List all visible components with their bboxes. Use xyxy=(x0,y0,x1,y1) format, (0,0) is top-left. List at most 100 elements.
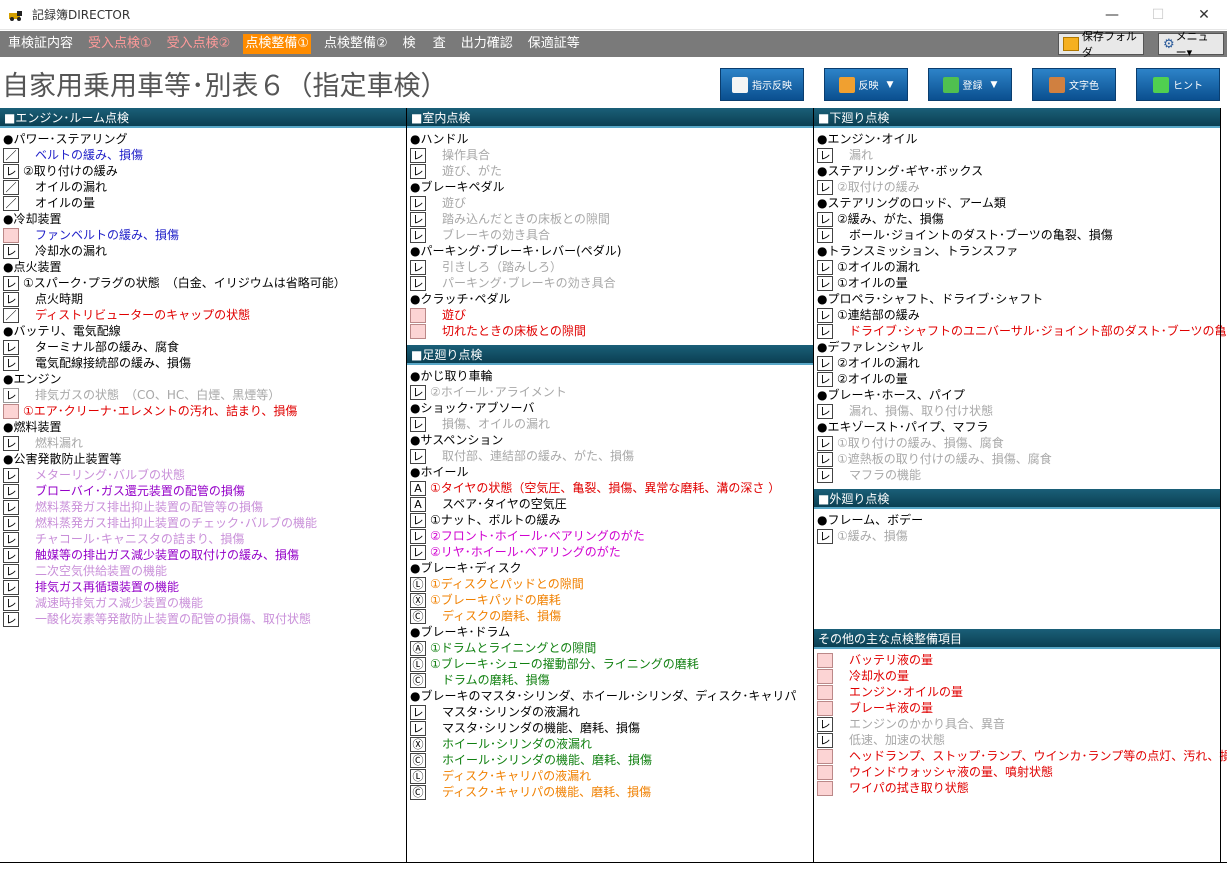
check-box[interactable]: レ xyxy=(3,387,19,403)
check-box[interactable]: Ⓛ xyxy=(410,576,426,592)
check-box[interactable]: レ xyxy=(410,448,426,464)
check-box[interactable]: レ xyxy=(817,211,833,227)
check-box[interactable]: A xyxy=(410,496,426,512)
check-box[interactable]: レ xyxy=(3,467,19,483)
check-box[interactable]: レ xyxy=(3,499,19,515)
check-box[interactable]: レ xyxy=(817,355,833,371)
check-box[interactable]: レ xyxy=(817,528,833,544)
check-box[interactable]: Ⓒ xyxy=(410,784,426,800)
check-box[interactable]: レ xyxy=(817,179,833,195)
check-box[interactable]: レ xyxy=(817,403,833,419)
check-box[interactable]: レ xyxy=(817,307,833,323)
toolbar-button[interactable]: 登録 ▼ xyxy=(928,68,1012,101)
check-box[interactable]: レ xyxy=(410,528,426,544)
check-box[interactable]: Ⓛ xyxy=(410,656,426,672)
item-label: ①緩み、損傷 xyxy=(837,529,908,543)
check-box[interactable]: レ xyxy=(410,720,426,736)
menu-item[interactable]: 出力確認 xyxy=(459,34,515,54)
check-box[interactable]: レ xyxy=(410,275,426,291)
check-box[interactable]: レ xyxy=(410,195,426,211)
check-box[interactable]: レ xyxy=(3,355,19,371)
check-box[interactable]: ／ xyxy=(3,147,19,163)
check-box[interactable]: レ xyxy=(817,371,833,387)
check-box[interactable]: レ xyxy=(3,339,19,355)
check-box[interactable]: レ xyxy=(410,384,426,400)
check-box[interactable] xyxy=(410,323,426,339)
check-box[interactable]: Ⓧ xyxy=(410,736,426,752)
save-folder-button[interactable]: 保存フォルダ xyxy=(1058,30,1144,59)
check-box[interactable]: レ xyxy=(817,227,833,243)
menu-item[interactable]: 受入点検① xyxy=(86,34,154,54)
check-box[interactable] xyxy=(3,403,19,419)
check-box[interactable]: ／ xyxy=(3,195,19,211)
check-box[interactable]: レ xyxy=(410,512,426,528)
check-box[interactable]: レ xyxy=(3,243,19,259)
check-box[interactable]: レ xyxy=(817,451,833,467)
check-box[interactable]: ／ xyxy=(3,179,19,195)
menu-item[interactable]: 検 査 xyxy=(401,34,448,54)
check-box[interactable]: Ⓒ xyxy=(410,608,426,624)
check-box[interactable]: レ xyxy=(3,547,19,563)
check-box[interactable]: レ xyxy=(3,163,19,179)
maximize-icon[interactable]: ☐ xyxy=(1135,0,1181,30)
check-box[interactable]: レ xyxy=(410,163,426,179)
check-box[interactable] xyxy=(817,700,833,716)
check-box[interactable]: レ xyxy=(3,595,19,611)
check-box[interactable] xyxy=(817,764,833,780)
checklist-item: レ 損傷、オイルの漏れ xyxy=(407,416,813,432)
check-box[interactable]: Ⓧ xyxy=(410,592,426,608)
check-box[interactable] xyxy=(3,227,19,243)
check-box[interactable]: レ xyxy=(817,323,833,339)
check-box[interactable]: レ xyxy=(410,259,426,275)
check-box[interactable]: Ⓒ xyxy=(410,752,426,768)
check-box[interactable]: Ⓒ xyxy=(410,672,426,688)
check-box[interactable]: レ xyxy=(817,467,833,483)
check-box[interactable]: レ xyxy=(817,259,833,275)
menu-item[interactable]: 点検整備② xyxy=(322,34,390,54)
check-box[interactable]: Ⓐ xyxy=(410,640,426,656)
check-box[interactable]: レ xyxy=(3,531,19,547)
toolbar-button[interactable]: ヒント xyxy=(1136,68,1220,101)
check-box[interactable]: レ xyxy=(817,435,833,451)
group-label: ●冷却装置 xyxy=(3,212,62,226)
check-box[interactable]: Ⓛ xyxy=(410,768,426,784)
menu-item[interactable]: 点検整備① xyxy=(243,34,311,54)
check-box[interactable]: レ xyxy=(817,275,833,291)
check-box[interactable]: レ xyxy=(3,275,19,291)
toolbar-button[interactable]: 反映 ▼ xyxy=(824,68,908,101)
menu-item[interactable]: 車検証内容 xyxy=(6,34,75,54)
check-box[interactable]: ／ xyxy=(3,307,19,323)
menu-button[interactable]: ⚙ メニュー▾ xyxy=(1158,30,1224,59)
check-box[interactable]: レ xyxy=(3,579,19,595)
check-box[interactable] xyxy=(410,307,426,323)
check-box[interactable]: レ xyxy=(410,227,426,243)
check-box[interactable]: レ xyxy=(817,732,833,748)
check-box[interactable] xyxy=(817,780,833,796)
menu-item[interactable]: 保適証等 xyxy=(526,34,582,54)
check-box[interactable]: レ xyxy=(410,544,426,560)
check-box[interactable] xyxy=(817,684,833,700)
check-box[interactable] xyxy=(817,748,833,764)
check-box[interactable]: レ xyxy=(3,611,19,627)
check-box[interactable] xyxy=(817,668,833,684)
close-icon[interactable]: ✕ xyxy=(1181,0,1227,30)
check-box[interactable]: レ xyxy=(3,563,19,579)
check-box[interactable]: レ xyxy=(410,147,426,163)
toolbar-button[interactable]: 指示反映 xyxy=(720,68,804,101)
minimize-icon[interactable]: — xyxy=(1089,0,1135,30)
menu-item[interactable]: 受入点検② xyxy=(165,34,233,54)
check-box[interactable] xyxy=(817,652,833,668)
check-box[interactable]: レ xyxy=(3,435,19,451)
item-label: ①オイルの漏れ xyxy=(837,260,920,274)
check-box[interactable]: レ xyxy=(410,416,426,432)
check-box[interactable]: レ xyxy=(3,291,19,307)
check-box[interactable]: レ xyxy=(3,515,19,531)
check-box[interactable]: レ xyxy=(410,211,426,227)
toolbar-button[interactable]: 文字色 xyxy=(1032,68,1116,101)
check-box[interactable]: A xyxy=(410,480,426,496)
check-box[interactable]: レ xyxy=(817,716,833,732)
check-box[interactable]: レ xyxy=(410,704,426,720)
check-box[interactable]: レ xyxy=(817,147,833,163)
item-label: 減速時排気ガス減少装置の機能 xyxy=(23,596,204,610)
check-box[interactable]: レ xyxy=(3,483,19,499)
